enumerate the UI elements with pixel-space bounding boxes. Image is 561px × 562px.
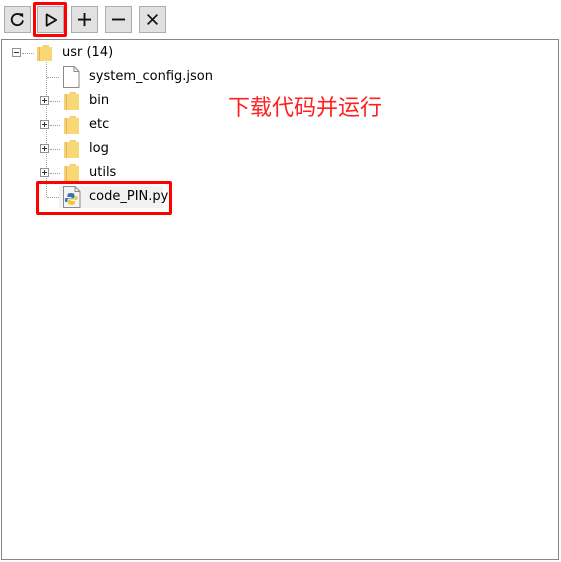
- add-button[interactable]: [71, 6, 98, 33]
- tree-expander-log[interactable]: [40, 144, 49, 153]
- folder-icon: [64, 92, 79, 110]
- tree-connector: [50, 101, 60, 102]
- tree-connector: [50, 149, 60, 150]
- refresh-button[interactable]: [4, 6, 31, 33]
- folder-icon: [64, 164, 79, 182]
- folder-icon: [37, 45, 52, 61]
- run-button-highlight: [33, 2, 67, 37]
- minus-icon: [111, 18, 126, 21]
- close-button[interactable]: [139, 6, 166, 33]
- tree-node-label[interactable]: etc: [89, 117, 109, 133]
- folder-icon: [64, 116, 79, 134]
- close-icon: [147, 14, 158, 25]
- tree-expander-utils[interactable]: [40, 168, 49, 177]
- folder-icon: [64, 140, 79, 158]
- file-highlight: [36, 181, 172, 215]
- tree-node-label[interactable]: utils: [89, 165, 116, 181]
- tree-connector: [50, 125, 60, 126]
- tree-connector: [47, 77, 59, 78]
- tree-node-label[interactable]: system_config.json: [89, 69, 213, 85]
- annotation-text: 下载代码并运行: [228, 96, 383, 121]
- refresh-icon: [10, 13, 24, 27]
- remove-button[interactable]: [105, 6, 132, 33]
- file-icon: [63, 66, 80, 88]
- tree-expander-bin[interactable]: [40, 96, 49, 105]
- tree-connector: [22, 53, 34, 54]
- app-root: usr (14) system_config.json bin etc log …: [0, 0, 561, 562]
- tree-connector: [50, 173, 60, 174]
- tree-node-label-usr[interactable]: usr (14): [62, 45, 113, 61]
- plus-icon: [77, 12, 92, 27]
- tree-node-label[interactable]: log: [89, 141, 109, 157]
- tree-expander-usr[interactable]: [12, 48, 21, 57]
- tree-expander-etc[interactable]: [40, 120, 49, 129]
- tree-node-label[interactable]: bin: [89, 93, 109, 109]
